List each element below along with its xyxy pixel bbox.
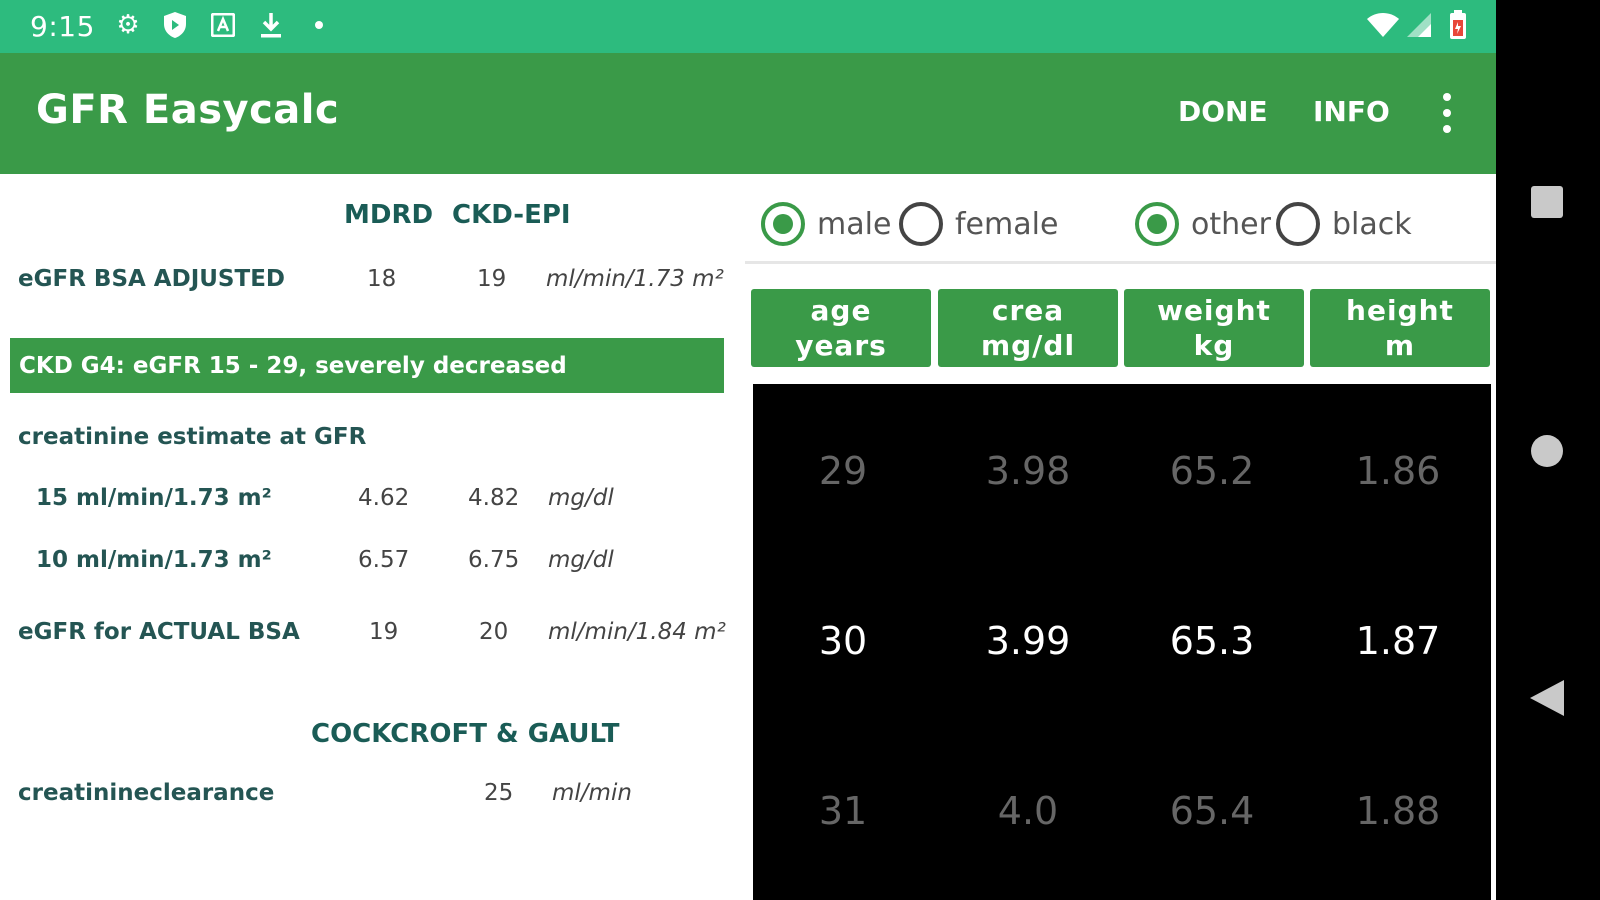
col-header-ckd-epi: CKD-EPI (452, 200, 571, 230)
egfr-actual-mdrd: 19 (369, 619, 399, 645)
egfr-bsa-label: eGFR BSA ADJUSTED (18, 266, 285, 292)
height-column-title: height (1346, 294, 1454, 327)
est-10-mdrd: 6.57 (358, 547, 410, 573)
download-icon (256, 10, 286, 40)
radio-circle (1276, 202, 1320, 246)
est-15-ckd: 4.82 (468, 485, 520, 511)
est-10-unit: mg/dl (548, 547, 614, 573)
egfr-bsa-mdrd: 18 (367, 266, 397, 292)
egfr-actual-label: eGFR for ACTUAL BSA (18, 619, 300, 645)
input-panel: male female other black age years crea m… (745, 174, 1496, 900)
cg-title: COCKCROFT & GAULT (311, 719, 620, 749)
est-10-label: 10 ml/min/1.73 m² (36, 547, 272, 573)
recents-icon[interactable] (1531, 186, 1563, 218)
height-column-unit: m (1384, 329, 1416, 362)
crea-column-unit: mg/dl (980, 329, 1076, 362)
height-picker-next[interactable]: 1.88 (1308, 789, 1488, 833)
crea-column-title: crea (991, 294, 1065, 327)
crea-picker-next[interactable]: 4.0 (938, 789, 1118, 833)
status-bar: 9:15 ⚙ (0, 0, 1496, 53)
shield-icon (160, 10, 190, 40)
radio-male[interactable]: male (761, 202, 891, 246)
age-column-button[interactable]: age years (751, 289, 931, 367)
radio-circle (899, 202, 943, 246)
weight-picker-next[interactable]: 65.4 (1122, 789, 1302, 833)
back-icon[interactable] (1530, 680, 1564, 716)
app-bar: GFR Easycalc DONE INFO (0, 53, 1496, 174)
egfr-bsa-unit: ml/min/1.73 m² (546, 266, 724, 292)
number-picker[interactable]: 29 30 31 3.98 3.99 4.0 65.2 65.3 65.4 1.… (753, 384, 1491, 900)
crea-column-button[interactable]: crea mg/dl (938, 289, 1118, 367)
radio-row: male female other black (745, 174, 1496, 264)
crea-picker-prev[interactable]: 3.98 (938, 449, 1118, 493)
content: MDRD CKD-EPI eGFR BSA ADJUSTED 18 19 ml/… (0, 174, 1496, 900)
egfr-actual-ckd: 20 (479, 619, 509, 645)
dot-icon (304, 10, 334, 40)
status-time: 9:15 (30, 10, 95, 43)
weight-picker-selected[interactable]: 65.3 (1122, 619, 1302, 663)
creat-estimate-label: creatinine estimate at GFR (18, 424, 367, 450)
cg-label: creatinineclearance (18, 780, 275, 806)
radio-female-label: female (955, 206, 1059, 242)
height-picker-selected[interactable]: 1.87 (1308, 619, 1488, 663)
more-vert-icon[interactable] (1432, 89, 1462, 137)
radio-other-label: other (1191, 206, 1271, 242)
radio-other[interactable]: other (1135, 202, 1271, 246)
est-15-unit: mg/dl (548, 485, 614, 511)
age-picker-prev[interactable]: 29 (753, 449, 933, 493)
age-column-unit: years (795, 329, 887, 362)
weight-column-title: weight (1157, 294, 1271, 327)
radio-female[interactable]: female (899, 202, 1058, 246)
egfr-bsa-ckd: 19 (477, 266, 507, 292)
home-icon[interactable] (1531, 435, 1563, 467)
col-header-mdrd: MDRD (344, 200, 434, 230)
est-15-label: 15 ml/min/1.73 m² (36, 485, 272, 511)
app-title: GFR Easycalc (36, 87, 340, 133)
weight-picker-prev[interactable]: 65.2 (1122, 449, 1302, 493)
height-picker-prev[interactable]: 1.86 (1308, 449, 1488, 493)
est-10-ckd: 6.75 (468, 547, 520, 573)
cg-value: 25 (484, 780, 514, 806)
nav-bar (1496, 0, 1600, 900)
battery-icon (1443, 10, 1473, 40)
done-button[interactable]: DONE (1178, 95, 1268, 128)
wifi-icon (1365, 10, 1401, 40)
est-15-mdrd: 4.62 (358, 485, 410, 511)
results-panel: MDRD CKD-EPI eGFR BSA ADJUSTED 18 19 ml/… (0, 174, 745, 900)
settings-icon: ⚙ (116, 10, 140, 40)
signal-icon (1404, 10, 1434, 40)
ckd-stage-banner: CKD G4: eGFR 15 - 29, severely decreased (10, 338, 724, 393)
egfr-actual-unit: ml/min/1.84 m² (548, 619, 726, 645)
cg-unit: ml/min (552, 780, 632, 806)
radio-male-label: male (817, 206, 892, 242)
age-picker-selected[interactable]: 30 (753, 619, 933, 663)
weight-column-unit: kg (1193, 329, 1235, 362)
radio-black[interactable]: black (1276, 202, 1412, 246)
weight-column-button[interactable]: weight kg (1124, 289, 1304, 367)
radio-circle (761, 202, 805, 246)
height-column-button[interactable]: height m (1310, 289, 1490, 367)
a-box-icon (208, 10, 238, 40)
radio-circle (1135, 202, 1179, 246)
age-picker-next[interactable]: 31 (753, 789, 933, 833)
info-button[interactable]: INFO (1313, 95, 1390, 128)
age-column-title: age (810, 294, 872, 327)
crea-picker-selected[interactable]: 3.99 (938, 619, 1118, 663)
radio-black-label: black (1332, 206, 1412, 242)
